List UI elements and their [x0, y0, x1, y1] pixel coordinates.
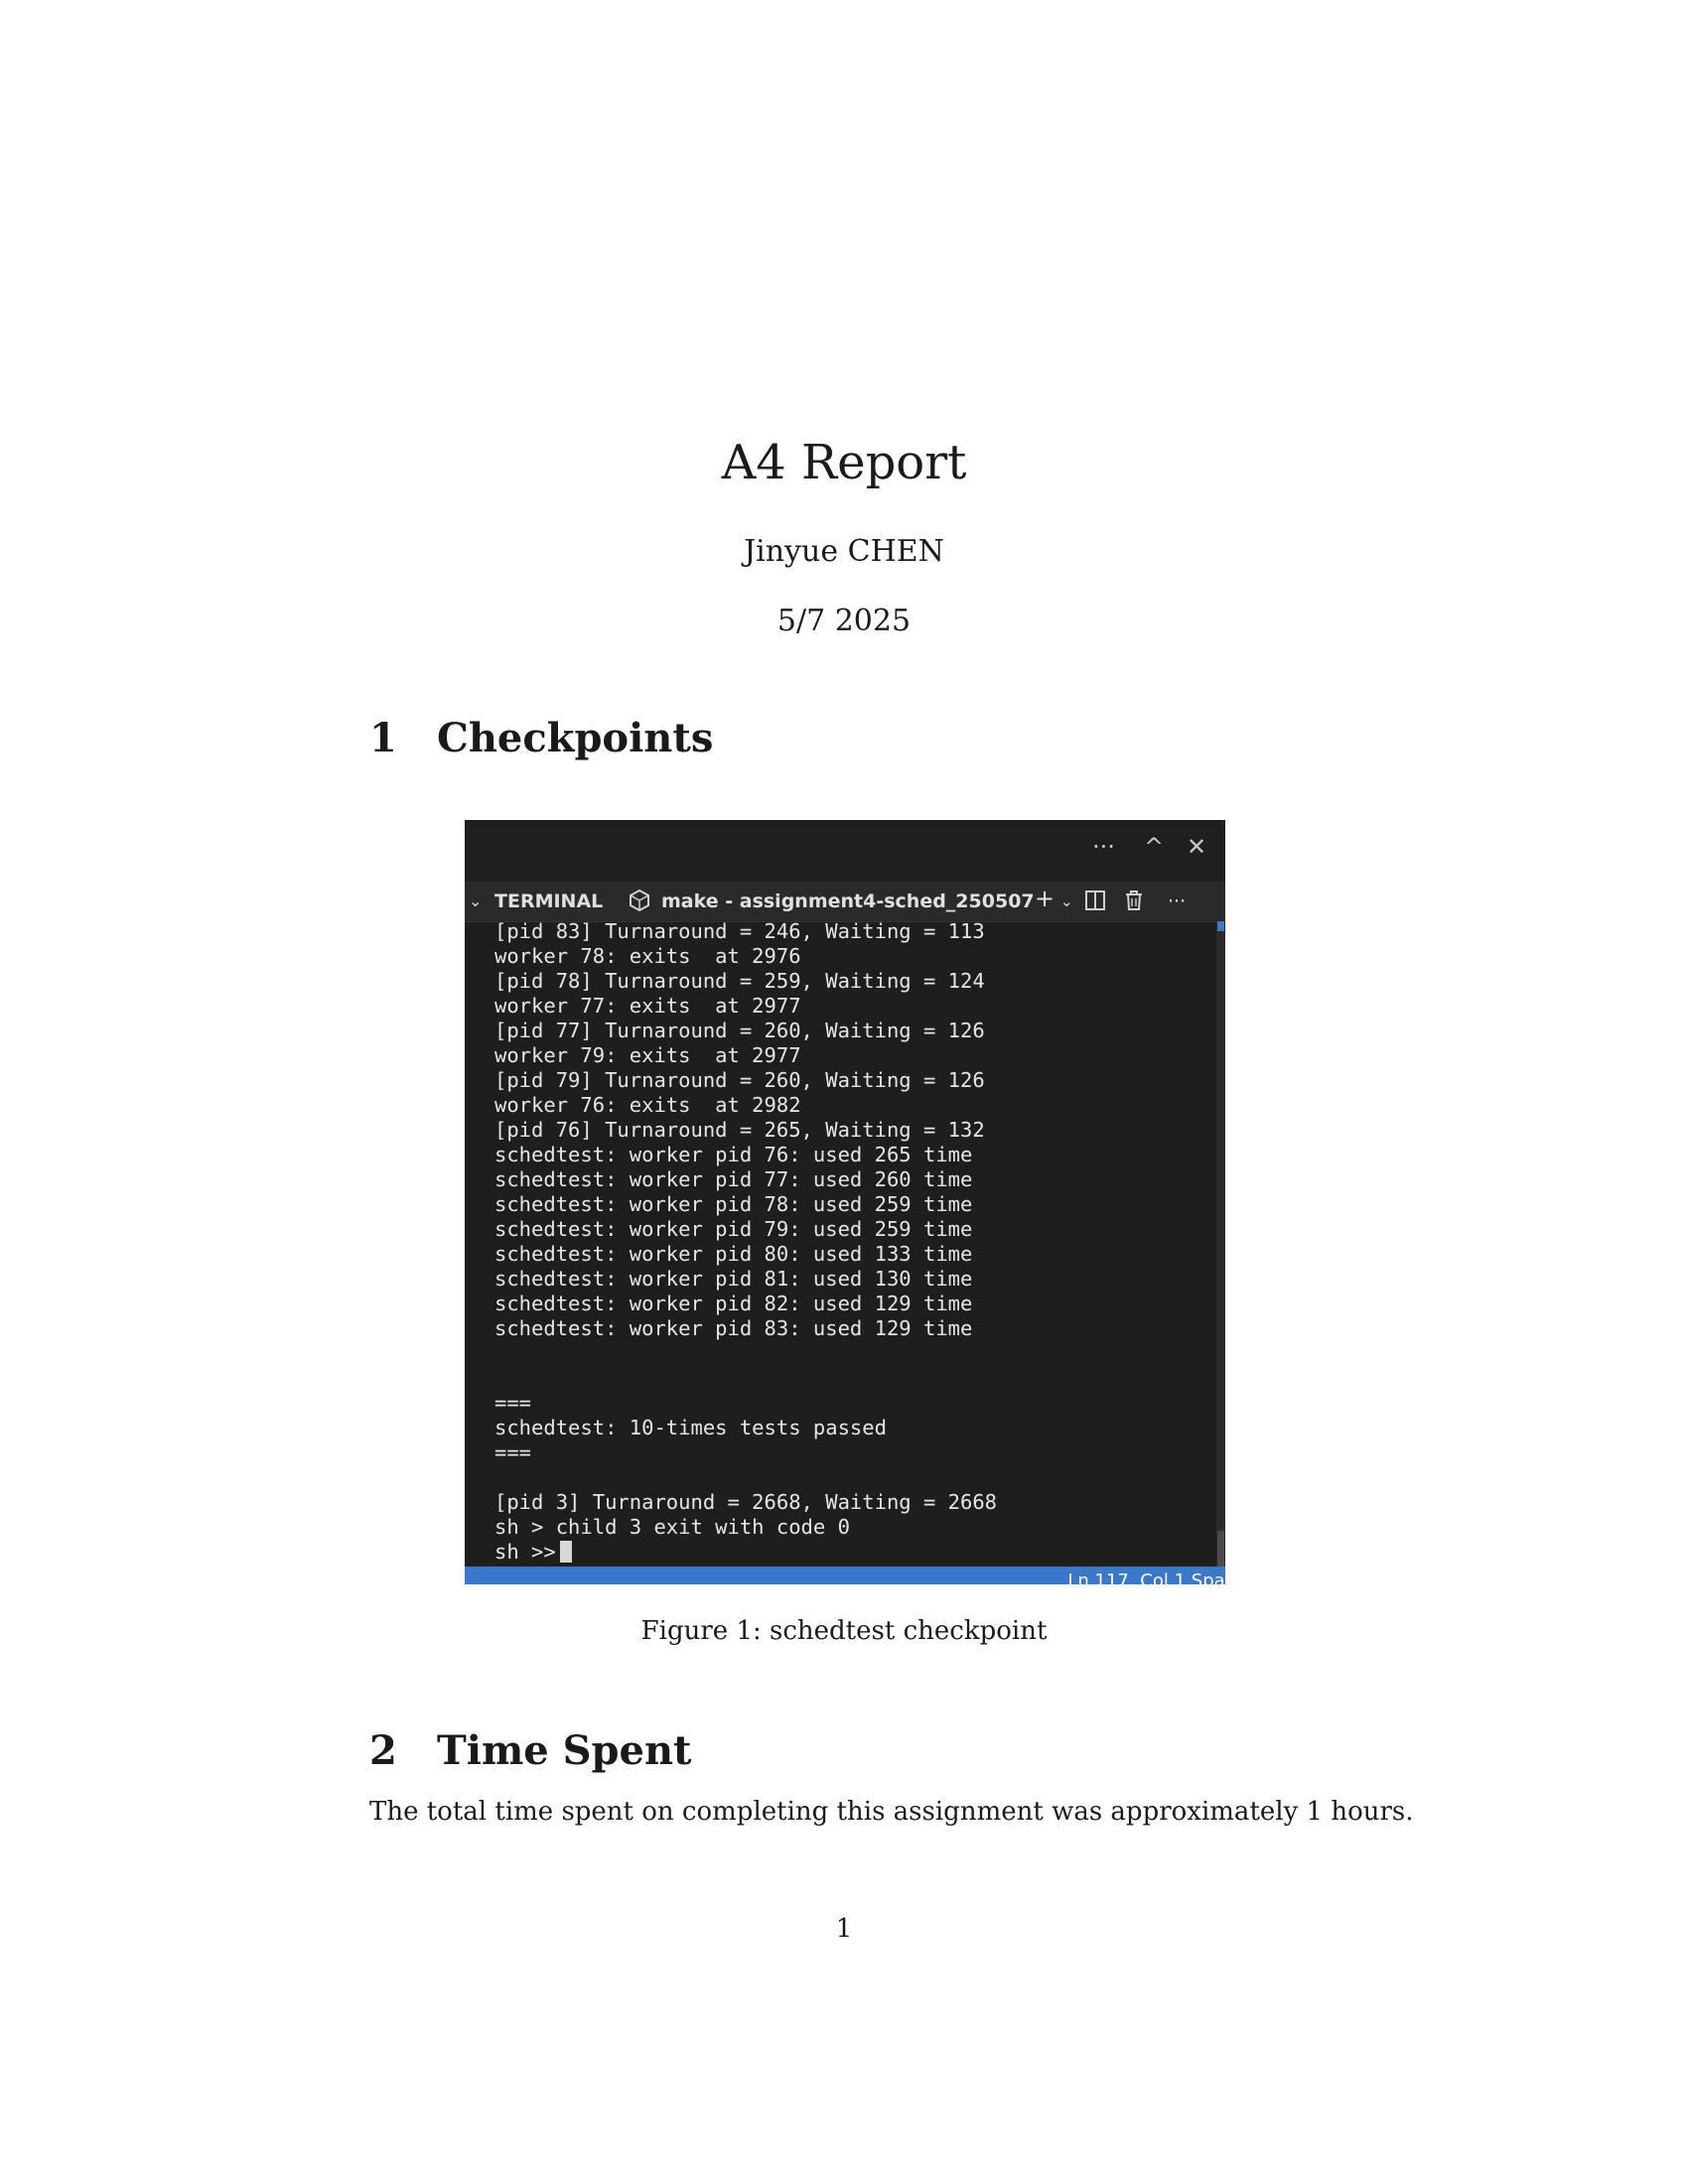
document-title: A4 Report	[721, 435, 967, 490]
page-number: 1	[835, 1914, 853, 1944]
terminal-line: [pid 79] Turnaround = 260, Waiting = 126	[494, 1068, 985, 1092]
more-actions-icon[interactable]: ···	[1092, 832, 1115, 862]
document-date: 5/7 2025	[776, 604, 912, 638]
section-number: 1	[369, 715, 397, 761]
terminal-line: schedtest: worker pid 77: used 260 time	[494, 1167, 973, 1191]
figure-caption: Figure 1: schedtest checkpoint	[640, 1616, 1048, 1646]
terminal-screenshot-figure: ··· ^ ✕ ⌄ TERMINAL make - assignment4-sc…	[465, 820, 1225, 1584]
section-heading-checkpoints: 1 Checkpoints	[369, 715, 713, 761]
status-bar: Ln 117, Col 1 Spaces	[465, 1567, 1225, 1584]
terminal-session-name[interactable]: make - assignment4-sched_250507	[661, 888, 1035, 914]
terminal-line: sh > child 3 exit with code 0	[494, 1515, 850, 1539]
scrollbar-thumb[interactable]	[1217, 1531, 1224, 1570]
terminal-line: schedtest: 10-times tests passed	[494, 1416, 887, 1439]
section-heading-time-spent: 2 Time Spent	[369, 1727, 692, 1774]
terminal-line: schedtest: worker pid 83: used 129 time	[494, 1316, 973, 1340]
split-terminal-icon[interactable]	[1084, 888, 1106, 914]
terminal-line: ===	[494, 1440, 532, 1464]
terminal-scrollbar[interactable]	[1216, 921, 1225, 1574]
maximize-panel-icon[interactable]: ^	[1144, 832, 1164, 862]
document-page: A4 Report Jinyue CHEN 5/7 2025 1 Checkpoi…	[0, 0, 1688, 2184]
terminal-line: schedtest: worker pid 81: used 130 time	[494, 1267, 973, 1291]
terminal-line: [pid 76] Turnaround = 265, Waiting = 132	[494, 1118, 985, 1142]
scrollbar-marker	[1217, 921, 1224, 931]
text-cursor	[559, 1541, 572, 1563]
terminal-panel-titlebar: ··· ^ ✕	[465, 820, 1225, 882]
section-number: 2	[369, 1727, 397, 1774]
chevron-down-icon[interactable]: ⌄	[1060, 888, 1073, 914]
shell-prompt: sh >>	[494, 1540, 556, 1564]
terminal-line: worker 79: exits at 2977	[494, 1043, 801, 1067]
section-body-text: The total time spent on completing this …	[369, 1797, 1414, 1827]
terminal-line: worker 78: exits at 2976	[494, 944, 801, 968]
section-title: Time Spent	[437, 1727, 692, 1774]
close-panel-icon[interactable]: ✕	[1187, 832, 1206, 862]
terminal-line: [pid 77] Turnaround = 260, Waiting = 126	[494, 1019, 985, 1042]
terminal-line: schedtest: worker pid 76: used 265 time	[494, 1143, 973, 1166]
terminal-output[interactable]: [pid 83] Turnaround = 246, Waiting = 113…	[494, 919, 1209, 1565]
tab-terminal[interactable]: TERMINAL	[494, 888, 603, 914]
trash-icon[interactable]	[1124, 888, 1144, 914]
terminal-line: [pid 78] Turnaround = 259, Waiting = 124	[494, 969, 985, 993]
terminal-prompt-line[interactable]: sh >>	[494, 1540, 1209, 1565]
add-terminal-icon[interactable]: +	[1035, 886, 1055, 911]
status-bar-position[interactable]: Ln 117, Col 1 Spaces	[1067, 1570, 1225, 1584]
terminal-line: schedtest: worker pid 78: used 259 time	[494, 1192, 973, 1216]
terminal-line: schedtest: worker pid 80: used 133 time	[494, 1242, 973, 1266]
terminal-more-icon[interactable]: ···	[1168, 888, 1186, 914]
terminal-line: schedtest: worker pid 82: used 129 time	[494, 1292, 973, 1315]
terminal-line: ===	[494, 1391, 532, 1415]
terminal-tab-bar: ⌄ TERMINAL make - assignment4-sched_2505…	[465, 882, 1225, 922]
terminal-line: [pid 3] Turnaround = 2668, Waiting = 266…	[494, 1490, 998, 1514]
collapse-chevron-icon[interactable]: ⌄	[469, 888, 482, 914]
terminal-session-icon	[628, 888, 651, 915]
section-title: Checkpoints	[437, 715, 714, 761]
terminal-line: worker 77: exits at 2977	[494, 994, 801, 1018]
terminal-line: schedtest: worker pid 79: used 259 time	[494, 1217, 973, 1241]
terminal-line: worker 76: exits at 2982	[494, 1093, 801, 1117]
document-author: Jinyue CHEN	[744, 534, 944, 569]
terminal-line: [pid 83] Turnaround = 246, Waiting = 113	[494, 919, 985, 943]
